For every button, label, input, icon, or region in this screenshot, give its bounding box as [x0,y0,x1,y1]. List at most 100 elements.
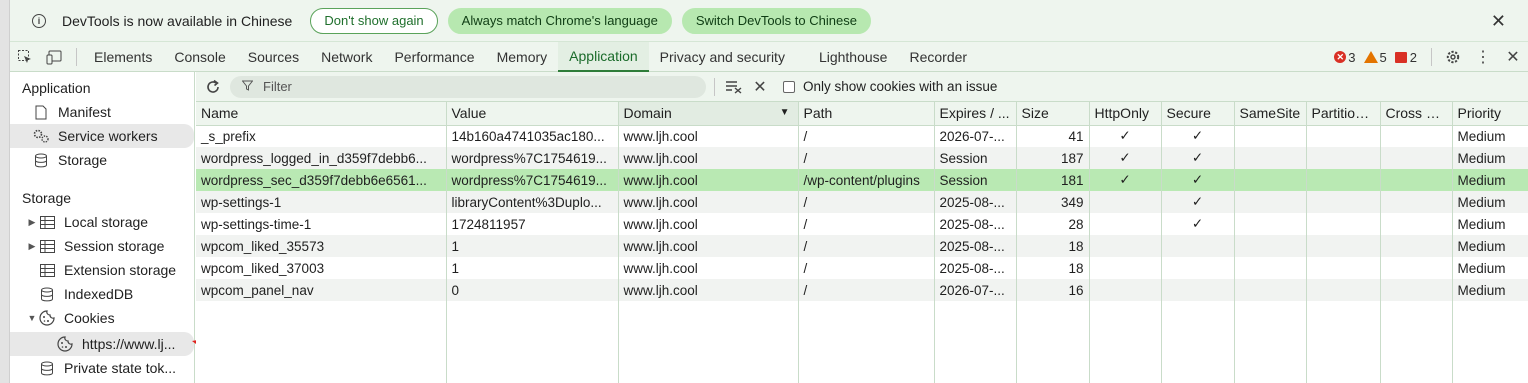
empty-cell [1016,301,1090,383]
column-header-secure[interactable]: Secure [1161,102,1235,126]
column-header-size[interactable]: Size [1016,102,1090,126]
tab-privacy-security[interactable]: Privacy and security [649,42,796,72]
cell-cross-site [1380,213,1453,235]
language-infobar: i DevTools is now available in Chinese D… [10,0,1528,42]
cell-expires: 2025-08-... [934,191,1017,213]
filter-box[interactable] [230,75,706,98]
filter-input[interactable] [261,78,661,95]
cell-secure: ✓ [1161,169,1235,191]
cell-path: / [798,147,935,169]
close-devtools-icon[interactable]: ✕ [1498,42,1528,72]
table-row[interactable]: wordpress_logged_in_d359f7debb6... wordpr… [196,147,1528,169]
table-row[interactable]: wp-settings-time-1 1724811957 www.ljh.cool… [196,213,1528,235]
clear-filtered-cookies-icon[interactable] [721,74,747,100]
column-header-path[interactable]: Path [798,102,935,126]
more-options-icon[interactable]: ⋮ [1468,42,1498,72]
tab-application[interactable]: Application [558,41,649,72]
cell-path: / [798,235,935,257]
tab-console[interactable]: Console [163,42,236,72]
tab-recorder[interactable]: Recorder [898,42,978,72]
empty-cell [446,301,619,383]
cell-name: wordpress_logged_in_d359f7debb6... [196,147,447,169]
delete-selected-icon[interactable]: ✕ [747,74,773,100]
sidebar-item-indexeddb[interactable]: IndexedDB [10,282,194,306]
only-issue-checkbox[interactable] [783,80,795,93]
column-header-domain[interactable]: Domain ▼ [618,102,799,126]
expand-arrow-icon[interactable]: ▶ [26,217,38,228]
column-header-priority[interactable]: Priority [1452,102,1528,126]
table-row[interactable]: wordpress_sec_d359f7debb6e6561... wordpre… [196,169,1528,191]
empty-cell [934,301,1017,383]
cell-partition-key [1306,257,1381,279]
tab-performance[interactable]: Performance [383,42,485,72]
tab-lighthouse[interactable]: Lighthouse [808,42,899,72]
cell-value: wordpress%7C1754619... [446,169,619,191]
error-count-badge[interactable]: ✕ 3 [1334,50,1356,65]
refresh-icon[interactable] [200,74,226,100]
empty-cell [1234,301,1307,383]
cell-partition-key [1306,191,1381,213]
sidebar-item-local-storage[interactable]: ▶ Local storage [10,210,194,234]
cell-partition-key [1306,235,1381,257]
always-match-language-button[interactable]: Always match Chrome's language [447,7,672,34]
dont-show-again-button[interactable]: Don't show again [310,7,438,34]
switch-to-chinese-button[interactable]: Switch DevTools to Chinese [681,7,871,34]
divider [714,77,715,96]
cell-name: _s_prefix [196,125,447,147]
sidebar-item-service-workers[interactable]: Service workers [10,124,194,148]
device-toolbar-icon[interactable] [40,42,70,72]
sort-descending-icon: ▼ [779,107,790,118]
sidebar-heading-storage: Storage [22,190,72,206]
tab-network[interactable]: Network [310,42,383,72]
sidebar-item-cookies[interactable]: ▼ Cookies [10,306,194,330]
empty-cell [196,301,447,383]
issues-count-badge[interactable]: 2 [1394,50,1417,65]
expand-arrow-icon[interactable]: ▶ [26,241,38,252]
cell-httponly [1089,235,1162,257]
cell-secure: ✓ [1161,213,1235,235]
sidebar-item-cookie-origin[interactable]: https://www.lj... [10,332,194,356]
column-header-name[interactable]: Name [196,102,447,126]
column-header-partition-key[interactable]: Partition... [1306,102,1381,126]
cell-httponly: ✓ [1089,125,1162,147]
tab-memory[interactable]: Memory [486,42,559,72]
table-header-row: Name Value Domain ▼ Path Expires / ... S… [196,102,1528,126]
tab-sources[interactable]: Sources [237,42,310,72]
cell-samesite [1234,169,1307,191]
table-row[interactable]: _s_prefix 14b160a4741035ac180... www.ljh.c… [196,125,1528,147]
warning-count-badge[interactable]: 5 [1363,50,1387,65]
cell-httponly: ✓ [1089,147,1162,169]
cell-name: wpcom_panel_nav [196,279,447,301]
cell-size: 187 [1016,147,1090,169]
cell-value: 14b160a4741035ac180... [446,125,619,147]
tab-elements[interactable]: Elements [83,42,163,72]
cell-cross-site [1380,169,1453,191]
gears-icon [32,128,50,144]
collapse-arrow-icon[interactable]: ▼ [26,313,38,323]
sidebar-item-session-storage[interactable]: ▶ Session storage [10,234,194,258]
sidebar-item-storage[interactable]: Storage [10,148,194,172]
cell-path: /wp-content/plugins [798,169,935,191]
cell-cross-site [1380,125,1453,147]
sidebar-item-manifest[interactable]: Manifest [10,100,194,124]
close-icon[interactable]: ✕ [1491,11,1506,32]
sidebar-item-extension-storage[interactable]: Extension storage [10,258,194,282]
column-header-value[interactable]: Value [446,102,619,126]
sidebar-item-private-state-tokens[interactable]: Private state tok... [10,356,194,380]
table-row[interactable]: wpcom_panel_nav 0 www.ljh.cool/2026-07-...… [196,279,1528,301]
table-row[interactable]: wpcom_liked_37003 1 www.ljh.cool/2025-08-.… [196,257,1528,279]
inspect-element-icon[interactable] [10,42,40,72]
settings-gear-icon[interactable] [1438,42,1468,72]
empty-cell [1161,301,1235,383]
cell-size: 28 [1016,213,1090,235]
table-row[interactable]: wpcom_liked_35573 1 www.ljh.cool/2025-08-.… [196,235,1528,257]
table-row[interactable]: wp-settings-1 libraryContent%3Duplo... www… [196,191,1528,213]
cell-priority: Medium [1452,235,1528,257]
cell-path: / [798,257,935,279]
cell-path: / [798,125,935,147]
column-header-httponly[interactable]: HttpOnly [1089,102,1162,126]
column-header-samesite[interactable]: SameSite [1234,102,1307,126]
column-header-cross-site[interactable]: Cross Si... [1380,102,1453,126]
column-header-expires[interactable]: Expires / ... [934,102,1017,126]
cell-priority: Medium [1452,213,1528,235]
